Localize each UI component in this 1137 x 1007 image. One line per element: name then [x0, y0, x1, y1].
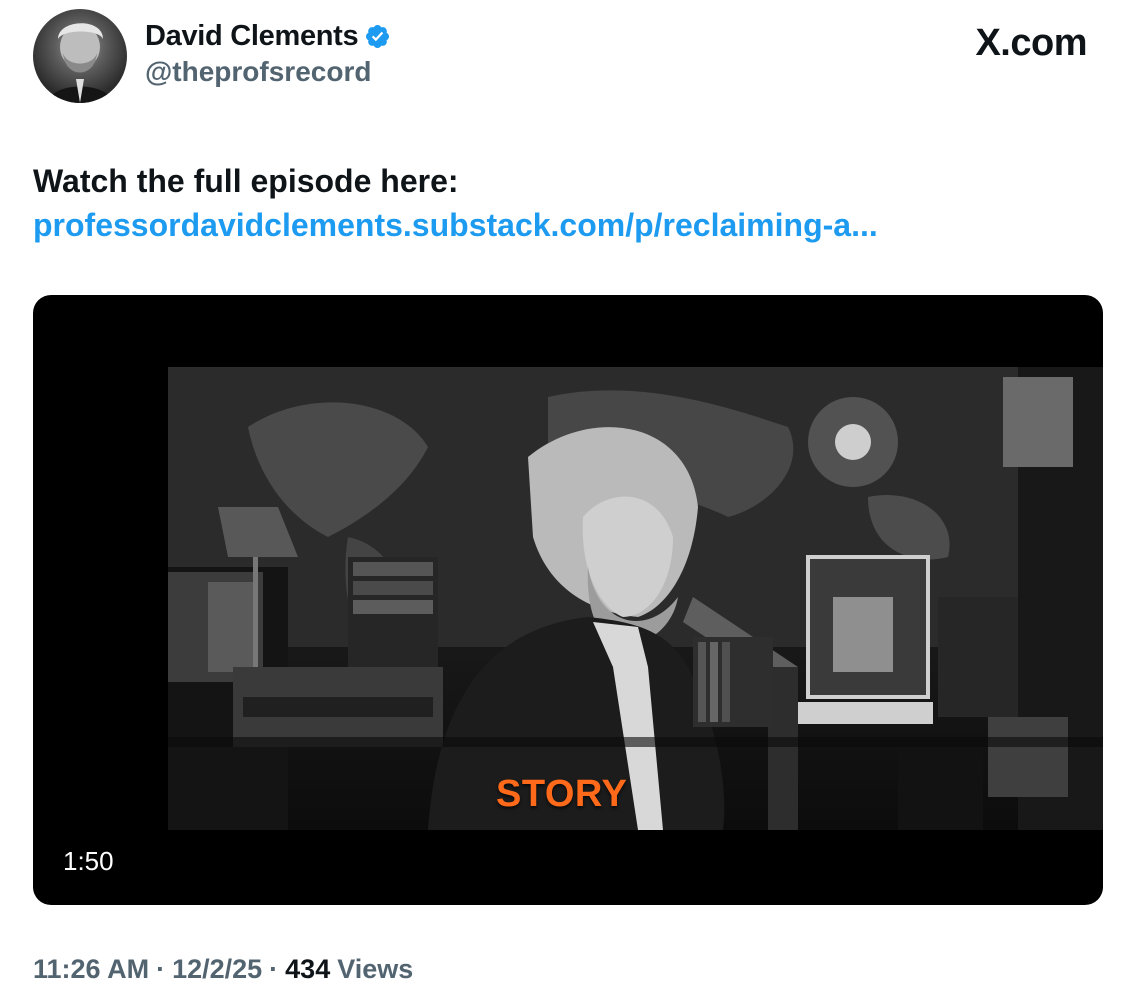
studio-scene-image: [168, 367, 1103, 830]
tweet-text: Watch the full episode here:: [33, 163, 459, 199]
video-duration: 1:50: [63, 846, 114, 876]
video-thumbnail: [168, 367, 1103, 830]
meta-separator: ·: [156, 954, 166, 984]
meta-separator: ·: [269, 954, 279, 984]
author-name-row[interactable]: David Clements: [145, 20, 391, 53]
author-handle[interactable]: @theprofsrecord: [145, 56, 371, 88]
video-player[interactable]: STORY 1:50: [33, 295, 1103, 905]
avatar[interactable]: [33, 9, 127, 103]
views-label: Views: [337, 954, 414, 984]
verified-badge-icon: [366, 24, 390, 49]
tweet-date[interactable]: 12/2/25: [172, 954, 262, 985]
tweet-link[interactable]: professordavidclements.substack.com/p/re…: [33, 203, 878, 247]
tweet-time[interactable]: 11:26 AM: [33, 954, 149, 985]
video-caption: STORY: [496, 773, 628, 815]
avatar-portrait: [48, 23, 113, 103]
tweet-meta: 11:26 AM · 12/2/25 · 434 Views: [33, 954, 413, 985]
views-count: 434: [285, 954, 331, 984]
author-display-name[interactable]: David Clements: [145, 20, 359, 53]
x-brand-logo: X.com: [975, 22, 1087, 64]
